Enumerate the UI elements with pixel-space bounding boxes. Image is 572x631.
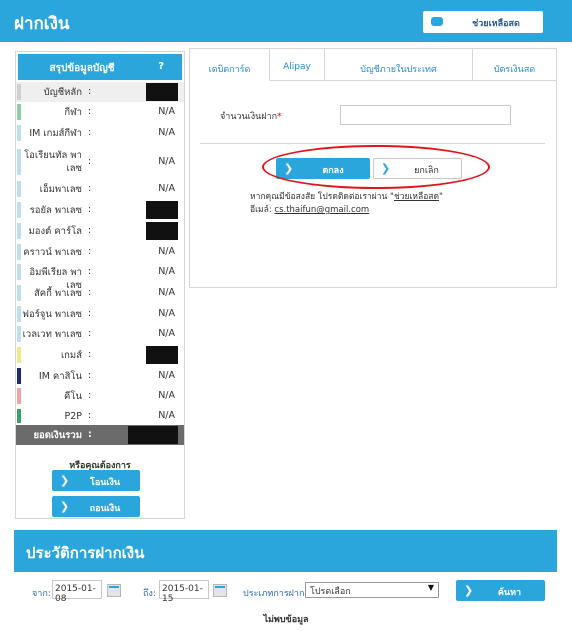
account-value: N/A xyxy=(158,410,175,421)
red-highlight-ellipse xyxy=(262,145,490,189)
account-row: คราวน์ พาเลซ: N/A xyxy=(16,242,184,262)
tab-cash-card[interactable]: บัตรเงินสด xyxy=(473,49,556,81)
account-row: เวลเวท พาเลซ: N/A xyxy=(16,324,184,344)
account-value: N/A xyxy=(158,183,175,194)
account-value: N/A xyxy=(158,246,175,257)
required-mark: * xyxy=(277,112,282,122)
to-label: ถึง: xyxy=(143,589,156,599)
account-value-masked xyxy=(146,201,178,219)
account-row: เกมส์: xyxy=(16,345,184,365)
account-name: โอเรียนทัล พาเลซ xyxy=(24,150,82,174)
calendar-icon[interactable] xyxy=(107,584,121,597)
account-name: เวลเวท พาเลซ xyxy=(22,329,82,340)
tab-debit-card[interactable]: เดบิตการ์ด xyxy=(190,49,270,81)
account-row: โอเรียนทัล พาเลซ: N/A xyxy=(16,147,184,177)
dropdown-arrow-icon: ▼ xyxy=(427,583,434,592)
account-summary-header: สรุปข้อมูลบัญชี ? xyxy=(18,54,182,80)
deposit-method-tabs: เดบิตการ์ด Alipay บัญชีภายในประเทศ บัตรเ… xyxy=(190,49,556,81)
account-value: N/A xyxy=(158,156,175,167)
account-row: IM คาสิโน: N/A xyxy=(16,366,184,386)
account-value-masked xyxy=(146,83,178,101)
account-name: คราวน์ พาเลซ xyxy=(23,247,82,258)
tab-local-bank[interactable]: บัญชีภายในประเทศ xyxy=(325,49,473,81)
account-value: N/A xyxy=(158,328,175,339)
history-title: ประวัติการฝากเงิน xyxy=(26,544,145,562)
no-data-message: ไม่พบข้อมูล xyxy=(263,615,309,625)
account-name: P2P xyxy=(64,411,82,422)
account-row: คีโน: N/A xyxy=(16,386,184,406)
account-value-masked xyxy=(146,222,178,240)
account-value-masked xyxy=(146,346,178,364)
account-row: สัคกี้ พาเลซ: N/A xyxy=(16,283,184,303)
account-name: กีฬา xyxy=(64,107,82,118)
account-row: อิมพีเรียล พาเลซ: N/A xyxy=(16,262,184,291)
transfer-button[interactable]: ❯ โอนเงิน xyxy=(52,470,140,491)
total-balance-row: ยอดเงินรวม : xyxy=(16,425,184,445)
total-balance-value-masked xyxy=(128,426,178,444)
live-help-label: ช่วยเหลือสด xyxy=(472,19,520,29)
email-label: อีเมล์: xyxy=(250,205,272,215)
live-help-link[interactable]: ช่วยเหลือสด xyxy=(394,192,439,202)
account-value: N/A xyxy=(158,266,175,277)
deposit-panel: เดบิตการ์ด Alipay บัญชีภายในประเทศ บัตรเ… xyxy=(189,48,557,288)
total-balance-label: ยอดเงินรวม xyxy=(33,430,82,441)
account-summary-title: สรุปข้อมูลบัญชี xyxy=(49,63,115,74)
account-name: รอยัล พาเลซ xyxy=(29,205,82,216)
search-button-label: ค้นหา xyxy=(497,588,522,598)
amount-label: จำนวนเงินฝาก* xyxy=(220,112,282,122)
help-question-icon[interactable]: ? xyxy=(158,61,164,72)
account-row: รอยัล พาเลซ: xyxy=(16,200,184,220)
page-header: ฝากเงิน ช่วยเหลือสด xyxy=(0,0,572,42)
withdraw-button[interactable]: ❯ ถอนเงิน xyxy=(52,496,140,517)
account-row: P2P: N/A xyxy=(16,407,184,425)
divider xyxy=(200,143,545,144)
transfer-button-label: โอนเงิน xyxy=(89,478,120,488)
account-row: กีฬา: N/A xyxy=(16,102,184,122)
account-name: คีโน xyxy=(64,391,82,402)
page-title: ฝากเงิน xyxy=(14,14,70,34)
account-value: N/A xyxy=(158,106,175,117)
withdraw-button-label: ถอนเงิน xyxy=(89,504,121,514)
from-label: จาก: xyxy=(32,589,51,599)
deposit-type-label: ประเภทการฝาก: xyxy=(243,589,308,599)
account-name: บัญชีหลัก xyxy=(43,87,82,98)
calendar-icon[interactable] xyxy=(213,584,227,597)
amount-input[interactable] xyxy=(340,105,511,125)
account-row: เอ็มพาเลซ: N/A xyxy=(16,179,184,199)
chevron-right-icon: ❯ xyxy=(464,584,474,597)
contact-info: หากคุณมีข้อสงสัย โปรดติดต่อเราผ่าน "ช่วย… xyxy=(250,192,443,215)
email-link[interactable]: cs.thaifun@gmail.com xyxy=(274,205,369,215)
account-value: N/A xyxy=(158,308,175,319)
account-value: N/A xyxy=(158,370,175,381)
from-date-input[interactable]: 2015-01-08 xyxy=(52,580,102,604)
account-value: N/A xyxy=(158,390,175,401)
account-name: เอ็มพาเลซ xyxy=(39,184,82,195)
account-value: N/A xyxy=(158,287,175,298)
account-name: มองต์ คาร์โล xyxy=(28,226,82,237)
account-row: IM เกมส์กีฬา: N/A xyxy=(16,123,184,143)
live-help-button[interactable]: ช่วยเหลือสด xyxy=(423,11,543,33)
account-row: มองต์ คาร์โล: xyxy=(16,221,184,241)
account-name: ฟอร์จูน พาเลซ xyxy=(22,309,82,320)
deposit-type-value: โปรดเลือก xyxy=(310,587,351,597)
chevron-right-icon: ❯ xyxy=(60,500,70,513)
account-name: เกมส์ xyxy=(60,350,82,361)
account-summary-panel: สรุปข้อมูลบัญชี ? บัญชีหลัก: กีฬา: N/A IM เ… xyxy=(15,51,185,519)
chevron-right-icon: ❯ xyxy=(60,474,70,487)
tab-alipay[interactable]: Alipay xyxy=(270,49,325,81)
history-header: ประวัติการฝากเงิน xyxy=(14,530,557,572)
account-row: ฟอร์จูน พาเลซ: N/A xyxy=(16,304,184,324)
account-name: IM คาสิโน xyxy=(38,371,82,382)
to-date-input[interactable]: 2015-01-15 xyxy=(159,580,209,604)
account-row: บัญชีหลัก: xyxy=(16,82,184,102)
search-button[interactable]: ❯ ค้นหา xyxy=(456,580,545,601)
account-name: IM เกมส์กีฬา xyxy=(29,128,82,139)
chat-icon xyxy=(431,17,443,26)
account-value: N/A xyxy=(158,127,175,138)
account-name: สัคกี้ พาเลซ xyxy=(33,288,82,299)
deposit-type-select[interactable]: โปรดเลือก ▼ xyxy=(305,582,439,598)
